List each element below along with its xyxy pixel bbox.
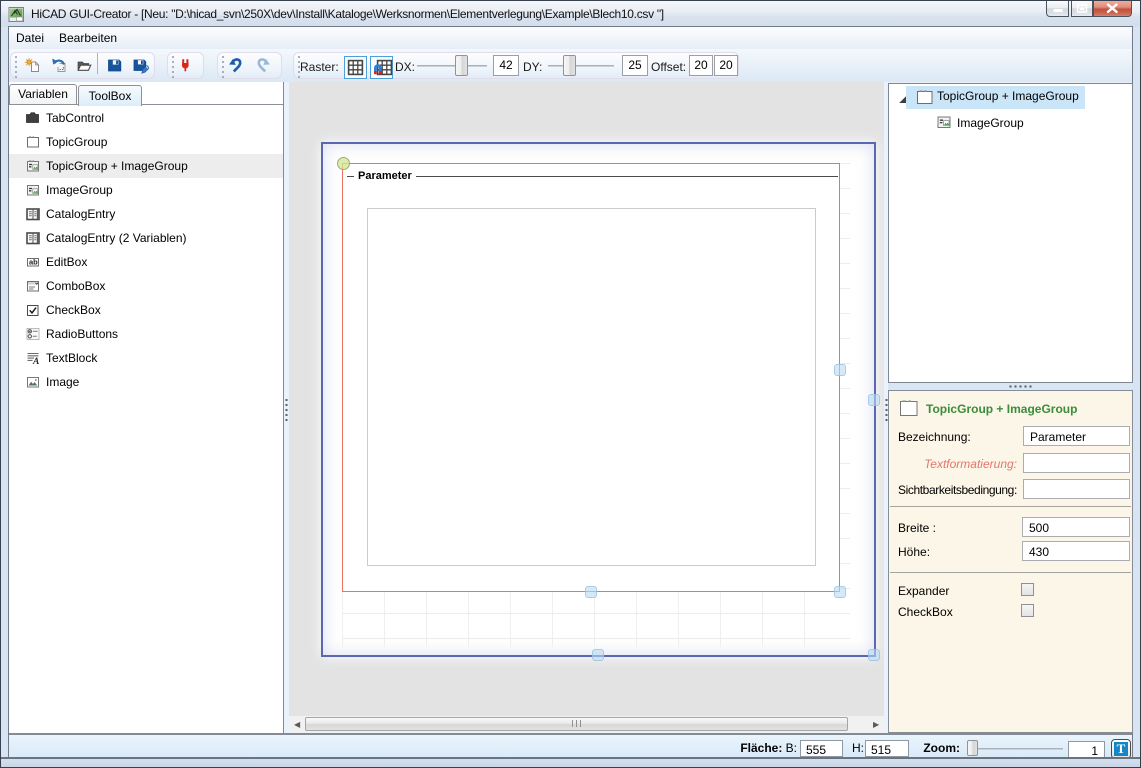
svg-text:ab: ab <box>29 258 38 267</box>
svg-text:A: A <box>32 357 39 366</box>
